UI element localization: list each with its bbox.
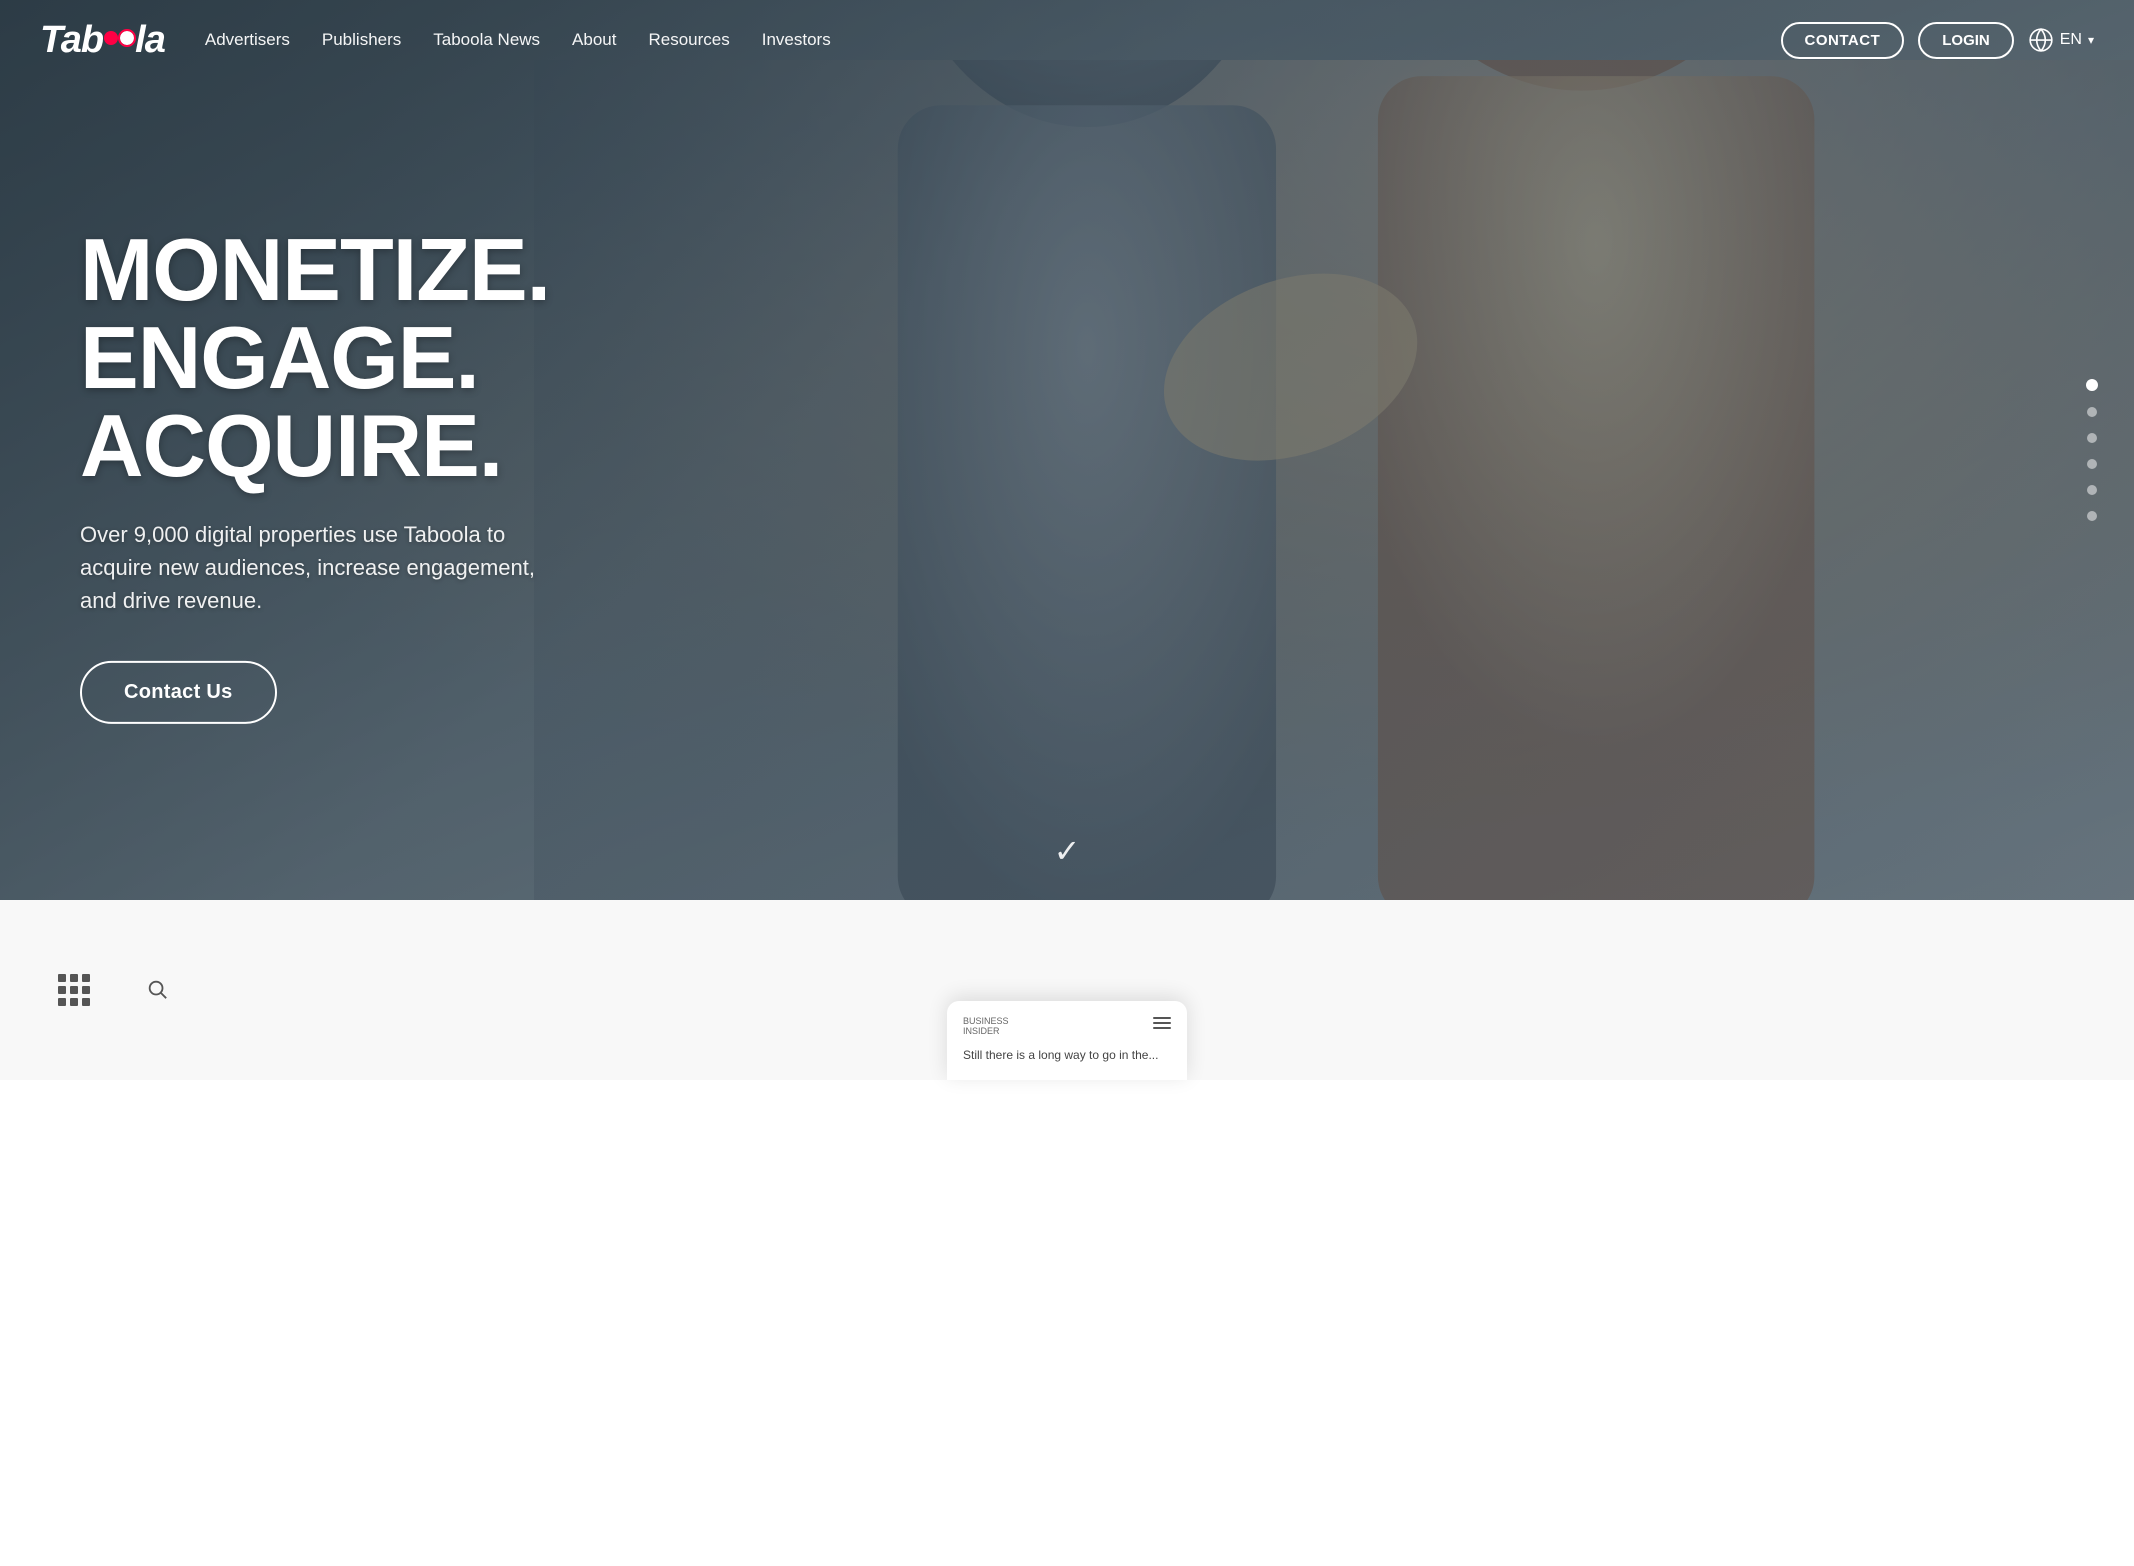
bottom-toolbar xyxy=(0,900,226,1080)
scroll-dot-1[interactable] xyxy=(2086,379,2098,391)
hero-contact-us-button[interactable]: Contact Us xyxy=(80,661,277,724)
chevron-down-icon: ▾ xyxy=(2088,33,2094,47)
headline-line2: ENGAGE. xyxy=(80,308,479,407)
grid-dot xyxy=(82,998,90,1006)
scroll-dots xyxy=(2086,379,2098,521)
lang-label: EN xyxy=(2060,31,2082,49)
scroll-dot-2[interactable] xyxy=(2087,407,2097,417)
grid-dot xyxy=(82,974,90,982)
grid-dot xyxy=(58,998,66,1006)
search-button[interactable] xyxy=(138,970,176,1011)
nav-resources[interactable]: Resources xyxy=(648,30,729,50)
scroll-dot-6[interactable] xyxy=(2087,511,2097,521)
bi-logo-line2: INSIDER xyxy=(963,1027,1009,1037)
grid-dot xyxy=(58,974,66,982)
contact-button[interactable]: CONTACT xyxy=(1781,22,1905,59)
hline xyxy=(1153,1027,1171,1029)
scroll-dot-3[interactable] xyxy=(2087,433,2097,443)
headline-line3: ACQUIRE. xyxy=(80,396,502,495)
bottom-section: BUSINESS INSIDER Still there is a long w… xyxy=(0,900,2134,1080)
hero-content: MONETIZE. ENGAGE. ACQUIRE. Over 9,000 di… xyxy=(80,226,560,724)
nav-about[interactable]: About xyxy=(572,30,616,50)
card-text: Still there is a long way to go in the..… xyxy=(963,1047,1171,1064)
headline-line1: MONETIZE. xyxy=(80,220,550,319)
business-insider-logo: BUSINESS INSIDER xyxy=(963,1017,1009,1037)
scroll-dot-4[interactable] xyxy=(2087,459,2097,469)
grid-dot xyxy=(58,986,66,994)
hero-section: MONETIZE. ENGAGE. ACQUIRE. Over 9,000 di… xyxy=(0,0,2134,900)
nav-actions: CONTACT LOGIN EN ▾ xyxy=(1781,22,2094,59)
globe-icon xyxy=(2028,27,2054,53)
logo-dot-o2 xyxy=(120,31,134,45)
login-button[interactable]: LOGIN xyxy=(1918,22,2014,59)
logo[interactable]: Tabla xyxy=(40,19,165,62)
nav-taboola-news[interactable]: Taboola News xyxy=(433,30,540,50)
grid-dot xyxy=(70,986,78,994)
scroll-dot-5[interactable] xyxy=(2087,485,2097,495)
grid-icon xyxy=(58,974,90,1006)
hline xyxy=(1153,1017,1171,1019)
hero-subtext: Over 9,000 digital properties use Tabool… xyxy=(80,518,560,617)
hero-headline: MONETIZE. ENGAGE. ACQUIRE. xyxy=(80,226,560,490)
grid-dot xyxy=(70,998,78,1006)
hline xyxy=(1153,1022,1171,1024)
nav-investors[interactable]: Investors xyxy=(762,30,831,50)
grid-view-button[interactable] xyxy=(50,966,98,1014)
card-preview: BUSINESS INSIDER Still there is a long w… xyxy=(947,1001,1187,1080)
nav-links: Advertisers Publishers Taboola News Abou… xyxy=(205,30,1781,50)
search-icon xyxy=(146,978,168,1000)
navbar: Tabla Advertisers Publishers Taboola New… xyxy=(0,0,2134,80)
nav-advertisers[interactable]: Advertisers xyxy=(205,30,290,50)
grid-dot xyxy=(70,974,78,982)
language-selector[interactable]: EN ▾ xyxy=(2028,27,2094,53)
hero-checkmark: ✓ xyxy=(1054,832,1081,870)
card-logo-row: BUSINESS INSIDER xyxy=(963,1017,1171,1037)
grid-dot xyxy=(82,986,90,994)
nav-publishers[interactable]: Publishers xyxy=(322,30,401,50)
logo-dot-o1 xyxy=(104,31,118,45)
logo-text: Tabla xyxy=(40,19,165,61)
hamburger-menu-icon[interactable] xyxy=(1153,1017,1171,1029)
